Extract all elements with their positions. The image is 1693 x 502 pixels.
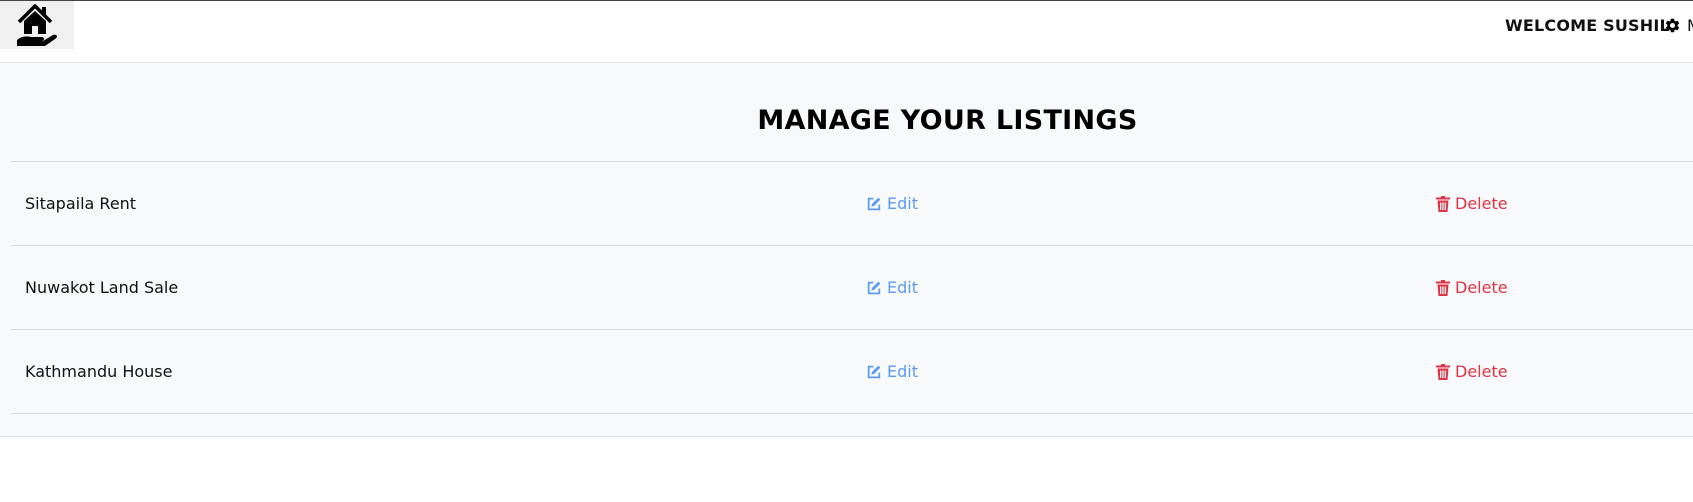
page-title: MANAGE YOUR LISTINGS bbox=[757, 105, 1138, 136]
table-row: Sitapaila Rent Edit Delete bbox=[11, 162, 1693, 246]
settings-menu[interactable]: M bbox=[1664, 16, 1693, 35]
listing-name: Kathmandu House bbox=[25, 362, 173, 381]
edit-label: Edit bbox=[887, 362, 918, 381]
listings-table: Sitapaila Rent Edit Delete Nuwakot Land … bbox=[11, 161, 1693, 414]
edit-button[interactable]: Edit bbox=[866, 278, 918, 297]
logo[interactable] bbox=[0, 1, 74, 49]
delete-label: Delete bbox=[1455, 362, 1508, 381]
edit-icon bbox=[866, 280, 882, 296]
table-row: Kathmandu House Edit Delete bbox=[11, 330, 1693, 414]
listings-panel: MANAGE YOUR LISTINGS Sitapaila Rent Edit… bbox=[0, 63, 1693, 437]
house-in-hand-icon bbox=[15, 2, 59, 48]
delete-label: Delete bbox=[1455, 194, 1508, 213]
edit-label: Edit bbox=[887, 194, 918, 213]
delete-button[interactable]: Delete bbox=[1436, 278, 1508, 297]
listing-name: Sitapaila Rent bbox=[25, 194, 137, 213]
gear-icon bbox=[1664, 17, 1681, 34]
delete-button[interactable]: Delete bbox=[1436, 194, 1508, 213]
welcome-text: WELCOME SUSHIL bbox=[1505, 16, 1670, 35]
trash-icon bbox=[1436, 279, 1450, 296]
edit-label: Edit bbox=[887, 278, 918, 297]
edit-button[interactable]: Edit bbox=[866, 194, 918, 213]
edit-icon bbox=[866, 196, 882, 212]
edit-button[interactable]: Edit bbox=[866, 362, 918, 381]
table-row: Nuwakot Land Sale Edit Delete bbox=[11, 246, 1693, 330]
trash-icon bbox=[1436, 363, 1450, 380]
settings-label: M bbox=[1687, 16, 1693, 35]
listing-name: Nuwakot Land Sale bbox=[25, 278, 179, 297]
navbar: WELCOME SUSHIL M bbox=[0, 0, 1693, 63]
edit-icon bbox=[866, 364, 882, 380]
delete-button[interactable]: Delete bbox=[1436, 362, 1508, 381]
trash-icon bbox=[1436, 195, 1450, 212]
delete-label: Delete bbox=[1455, 278, 1508, 297]
